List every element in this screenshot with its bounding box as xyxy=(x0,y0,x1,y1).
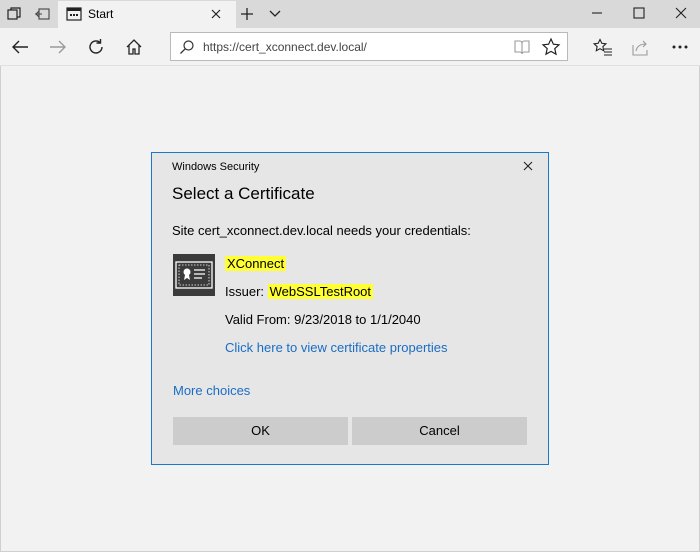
view-certificate-properties-link[interactable]: Click here to view certificate propertie… xyxy=(225,340,448,355)
back-arrow-icon[interactable] xyxy=(10,37,30,57)
issuer-label: Issuer: xyxy=(225,284,268,299)
more-icon[interactable] xyxy=(670,37,690,57)
star-icon[interactable] xyxy=(541,37,561,57)
more-choices-link[interactable]: More choices xyxy=(173,383,250,398)
home-icon[interactable] xyxy=(124,37,144,57)
window-close-icon[interactable] xyxy=(672,4,690,22)
tab-title: Start xyxy=(88,7,114,21)
plus-icon[interactable] xyxy=(238,5,256,23)
certificate-issuer: Issuer: WebSSLTestRoot xyxy=(225,284,374,299)
title-bar: Start xyxy=(0,0,700,28)
dialog-caption: Windows Security xyxy=(172,161,260,173)
certificate-name-text: XConnect xyxy=(225,256,287,271)
cancel-button[interactable]: Cancel xyxy=(352,417,527,445)
certificate-validity: Valid From: 9/23/2018 to 1/1/2040 xyxy=(225,312,421,327)
start-page-icon xyxy=(66,7,82,21)
certificate-icon xyxy=(173,254,215,296)
navigation-bar: https://cert_xconnect.dev.local/ xyxy=(0,28,700,66)
address-url[interactable]: https://cert_xconnect.dev.local/ xyxy=(203,40,367,54)
certificate-name[interactable]: XConnect xyxy=(225,256,287,271)
certificate-dialog: Windows Security Select a Certificate Si… xyxy=(151,152,549,465)
favorites-list-icon[interactable] xyxy=(593,37,613,57)
share-icon[interactable] xyxy=(631,37,651,57)
ok-button[interactable]: OK xyxy=(173,417,348,445)
dialog-heading: Select a Certificate xyxy=(172,184,315,203)
search-icon xyxy=(179,39,195,55)
chevron-down-icon[interactable] xyxy=(266,5,284,23)
set-aside-tabs-icon[interactable] xyxy=(34,6,50,22)
issuer-value: WebSSLTestRoot xyxy=(267,284,374,299)
dialog-message: Site cert_xconnect.dev.local needs your … xyxy=(172,223,471,238)
maximize-icon[interactable] xyxy=(630,4,648,22)
address-bar[interactable]: https://cert_xconnect.dev.local/ xyxy=(170,32,568,61)
close-icon[interactable] xyxy=(208,6,224,22)
tab-actions-icon[interactable] xyxy=(6,6,22,22)
book-icon[interactable] xyxy=(513,38,531,56)
refresh-icon[interactable] xyxy=(86,37,106,57)
close-icon[interactable] xyxy=(520,158,536,174)
forward-arrow-icon[interactable] xyxy=(48,37,68,57)
tab-start[interactable]: Start xyxy=(58,1,236,28)
minimize-icon[interactable] xyxy=(588,4,606,22)
